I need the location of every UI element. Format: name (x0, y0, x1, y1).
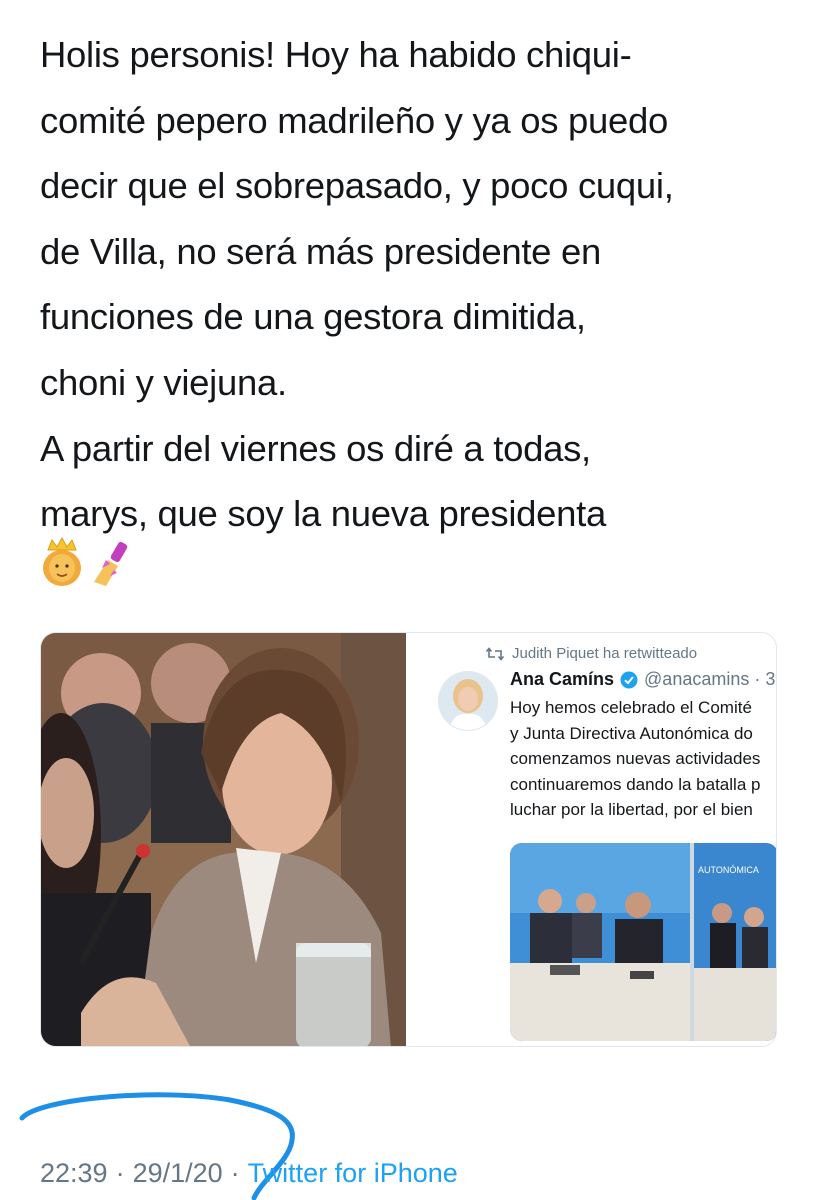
emoji-row (40, 536, 132, 590)
quoted-header: Ana Camíns @anacamins · 31r (510, 669, 776, 690)
separator: · (230, 1158, 240, 1188)
photo-quoted-tweet-screenshot[interactable]: Judith Piquet ha retwitteado Ana Camíns … (408, 633, 776, 1046)
quoted-author-name[interactable]: Ana Camíns (510, 669, 614, 690)
nail-polish-emoji-icon (94, 541, 128, 586)
tweet-source-link[interactable]: Twitter for iPhone (248, 1158, 458, 1189)
avatar-image (439, 672, 497, 730)
verified-badge-icon (620, 671, 638, 688)
quoted-author-handle[interactable]: @anacamins · 31r (644, 669, 776, 690)
photo-woman-speaking[interactable] (41, 633, 406, 1046)
retweet-line: Judith Piquet ha retwitteado (486, 645, 697, 662)
tweet-date[interactable]: 29/1/20 (133, 1158, 223, 1189)
retweet-label: Judith Piquet ha retwitteado (512, 645, 698, 662)
princess-emoji-icon (43, 536, 81, 586)
tweet-footer: 22:39 · 29/1/20 · Twitter for iPhone (40, 1158, 458, 1189)
quoted-photo-sign: AUTONÓMICA (698, 865, 759, 875)
separator: · (115, 1158, 125, 1188)
tweet-media[interactable]: Judith Piquet ha retwitteado Ana Camíns … (40, 632, 777, 1047)
retweet-icon (486, 646, 504, 661)
tweet-text: Holis personis! Hoy ha habido chiqui- co… (40, 34, 674, 535)
quoted-tweet-photos[interactable]: AUTONÓMICA (510, 843, 776, 1041)
avatar[interactable] (438, 671, 498, 731)
speaker-photo-illustration (41, 633, 406, 1046)
tweet-time[interactable]: 22:39 (40, 1158, 108, 1189)
quoted-tweet-text: Hoy hemos celebrado el Comité y Junta Di… (510, 698, 761, 827)
meeting-photo-illustration: AUTONÓMICA (510, 843, 776, 1041)
